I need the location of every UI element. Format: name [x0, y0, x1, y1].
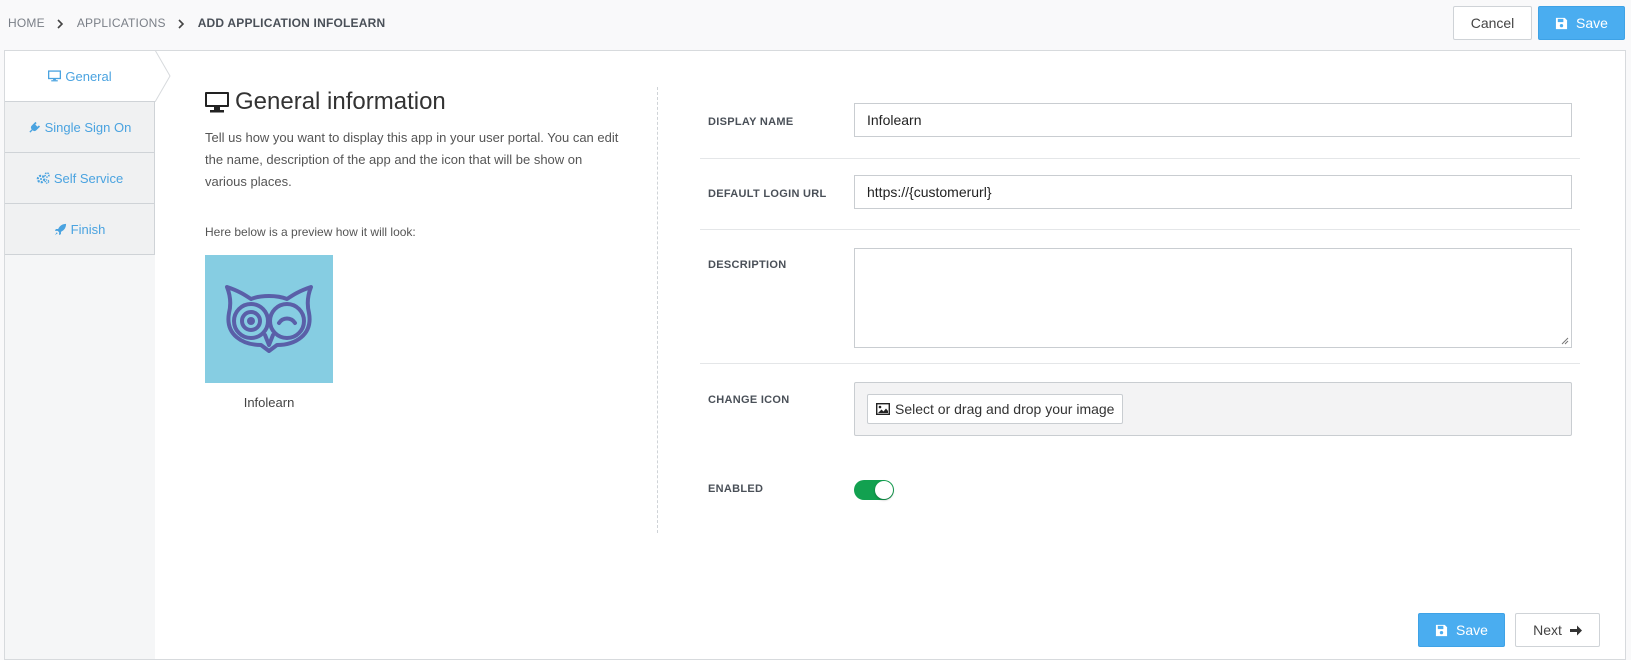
main-panel: General Single Sign On Self Service Fini… [4, 50, 1626, 660]
monitor-icon [48, 70, 62, 82]
form-row-display-name: DISPLAY NAME [700, 87, 1580, 159]
cancel-button[interactable]: Cancel [1453, 6, 1532, 40]
next-button-label: Next [1533, 622, 1562, 638]
chevron-right-icon [45, 15, 77, 30]
floppy-disk-icon [1555, 17, 1568, 29]
change-icon-label: CHANGE ICON [708, 394, 790, 406]
plug-icon [28, 121, 41, 134]
app-icon-preview [205, 255, 333, 383]
column-divider [657, 87, 658, 533]
sidebar-item-finish[interactable]: Finish [5, 204, 155, 255]
breadcrumb-home[interactable]: HOME [8, 16, 45, 30]
save-button-label: Save [1576, 15, 1608, 31]
save-button-label: Save [1456, 622, 1488, 638]
icon-dropzone[interactable]: Select or drag and drop your image [854, 382, 1572, 436]
form-row-change-icon: CHANGE ICON Select or drag and drop your… [700, 364, 1580, 454]
top-bar: HOME APPLICATIONS ADD APPLICATION INFOLE… [0, 0, 1631, 44]
rocket-icon [54, 223, 67, 236]
sidebar-item-single-sign-on[interactable]: Single Sign On [5, 102, 155, 153]
enabled-toggle[interactable] [854, 480, 894, 500]
description-label: DESCRIPTION [708, 259, 787, 271]
page-title: General information [235, 88, 446, 115]
breadcrumb-current: ADD APPLICATION INFOLEARN [197, 15, 386, 30]
select-image-button[interactable]: Select or drag and drop your image [867, 394, 1124, 424]
display-name-label: DISPLAY NAME [708, 116, 794, 128]
breadcrumb: HOME APPLICATIONS ADD APPLICATION INFOLE… [8, 15, 385, 30]
owl-logo-icon [225, 285, 313, 353]
general-form: DISPLAY NAME DEFAULT LOGIN URL DESCRIPTI… [700, 87, 1580, 534]
active-tab-pointer [155, 50, 171, 102]
next-button[interactable]: Next [1515, 613, 1600, 647]
sidebar-item-label: Finish [70, 221, 106, 237]
save-button-bottom[interactable]: Save [1418, 613, 1505, 647]
preview-label: Here below is a preview how it will look… [205, 225, 416, 239]
sidebar-item-label: Self Service [53, 170, 124, 186]
app-preview-name: Infolearn [243, 395, 295, 410]
breadcrumb-applications[interactable]: APPLICATIONS [77, 16, 166, 30]
cogs-icon [36, 172, 50, 184]
select-image-label: Select or drag and drop your image [895, 401, 1115, 417]
chevron-right-icon [166, 15, 198, 30]
form-row-enabled: ENABLED [700, 454, 1580, 534]
intro-text: Tell us how you want to display this app… [205, 130, 619, 189]
form-row-login-url: DEFAULT LOGIN URL [700, 159, 1580, 230]
resize-grip-icon[interactable] [1561, 337, 1569, 345]
save-button-top[interactable]: Save [1538, 6, 1625, 40]
arrow-right-icon [1569, 625, 1582, 635]
image-icon [876, 403, 890, 415]
general-info-section: General information Tell us how you want… [205, 87, 618, 410]
toggle-knob [875, 481, 893, 499]
enabled-label: ENABLED [708, 483, 764, 495]
sidebar-item-label: General [65, 68, 112, 84]
login-url-input[interactable] [854, 175, 1572, 209]
wizard-sidebar: General Single Sign On Self Service Fini… [5, 50, 171, 659]
description-textarea[interactable] [854, 248, 1572, 348]
form-row-description: DESCRIPTION [700, 230, 1580, 364]
section-heading: General information [205, 87, 605, 117]
sidebar-item-general[interactable]: General [5, 51, 155, 102]
display-name-input[interactable] [854, 103, 1572, 137]
cancel-button-label: Cancel [1470, 15, 1515, 31]
sidebar-item-self-service[interactable]: Self Service [5, 153, 155, 204]
monitor-icon [205, 91, 229, 112]
login-url-label: DEFAULT LOGIN URL [708, 188, 827, 200]
sidebar-item-label: Single Sign On [44, 119, 132, 135]
floppy-disk-icon [1435, 624, 1448, 636]
